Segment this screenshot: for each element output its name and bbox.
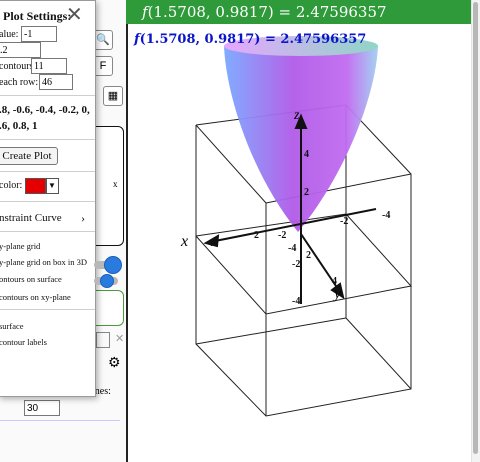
z-tick: -2 [292, 259, 300, 270]
close-icon[interactable]: ✕ [66, 5, 83, 25]
x-tick: -4 [382, 210, 390, 221]
close-small-icon[interactable]: ✕ [115, 332, 124, 345]
min-value-input[interactable] [21, 26, 57, 42]
separator [0, 201, 95, 202]
divider [0, 420, 120, 421]
axis-x-mark: x [113, 179, 118, 189]
xy-grid-box-option[interactable]: y-plane grid on box in 3D [0, 257, 87, 267]
y-tick: 4 [332, 276, 337, 287]
z-axis-label: z [293, 108, 300, 123]
plot-3d[interactable]: x y z 2 4 -2 -4 2 4 -2 -4 2 4 -2 -4 [126, 24, 472, 462]
chevron-down-icon[interactable]: ▼ [45, 178, 59, 194]
calendar-icon[interactable]: ▦ [103, 86, 123, 106]
separator [0, 309, 95, 310]
contour-labels-option[interactable]: contour labels [0, 337, 47, 347]
plot-label-expr: (1.5708, 0.9817) = 2.47596357 [139, 32, 367, 47]
separator [0, 139, 95, 140]
separator [0, 95, 95, 96]
gear-icon[interactable]: ⚙ [108, 355, 121, 372]
lines-input[interactable] [24, 400, 60, 416]
zoom-icon[interactable]: 🔍 [93, 30, 113, 50]
y-axis-label: y [332, 285, 342, 302]
x-tick: 4 [208, 238, 213, 249]
z-tick: 4 [304, 149, 309, 160]
plot-settings-popup: Plot Settings: ✕ alue: contours: each ro… [0, 0, 96, 397]
y-tick: 2 [306, 250, 311, 261]
levels-line-2: .6, 0.8, 1 [0, 120, 38, 132]
contours-xy-option[interactable]: contours on xy-plane [0, 292, 71, 302]
y-tick: -4 [288, 243, 296, 254]
grid-box-toggle[interactable] [94, 256, 122, 274]
contours-surface-toggle[interactable] [94, 274, 118, 288]
constraint-curve-item[interactable]: nstraint Curve [0, 212, 62, 224]
value-header: f(1.5708, 0.9817) = 2.47596357 [126, 0, 474, 24]
create-plot-button[interactable]: Create Plot [0, 147, 58, 165]
chevron-right-icon[interactable]: › [81, 211, 85, 226]
x-tick: -2 [340, 216, 348, 227]
z-tick: -4 [292, 296, 300, 307]
separator [0, 231, 95, 232]
contours-input[interactable] [31, 58, 67, 74]
plot-value-label: f(1.5708, 0.9817) = 2.47596357 [134, 32, 366, 47]
header-expr: (1.5708, 0.9817) = 2.47596357 [147, 3, 387, 21]
separator [0, 171, 95, 172]
min-value-label: alue: [0, 29, 19, 40]
z-tick: 2 [304, 187, 309, 198]
step-input[interactable] [0, 42, 41, 58]
popup-title: Plot Settings: [3, 9, 72, 23]
color-label: color: [0, 180, 23, 191]
levels-line-1: .8, -0.6, -0.4, -0.2, 0, [0, 104, 90, 116]
each-row-label: each row: [0, 77, 39, 88]
x-axis-label: x [180, 233, 188, 250]
f-button[interactable]: F [93, 56, 113, 76]
scrollbar-thumb[interactable] [473, 2, 478, 454]
contours-surface-option[interactable]: ontours on surface [0, 274, 62, 284]
vertical-scrollbar[interactable] [471, 0, 480, 462]
x-tick: 2 [254, 230, 259, 241]
y-tick: -2 [278, 230, 286, 241]
each-row-input[interactable] [39, 74, 73, 90]
color-swatch[interactable] [25, 178, 47, 194]
xy-grid-option[interactable]: y-plane grid [0, 241, 40, 251]
surface-option[interactable]: surface [0, 321, 24, 331]
small-field[interactable] [96, 332, 110, 348]
